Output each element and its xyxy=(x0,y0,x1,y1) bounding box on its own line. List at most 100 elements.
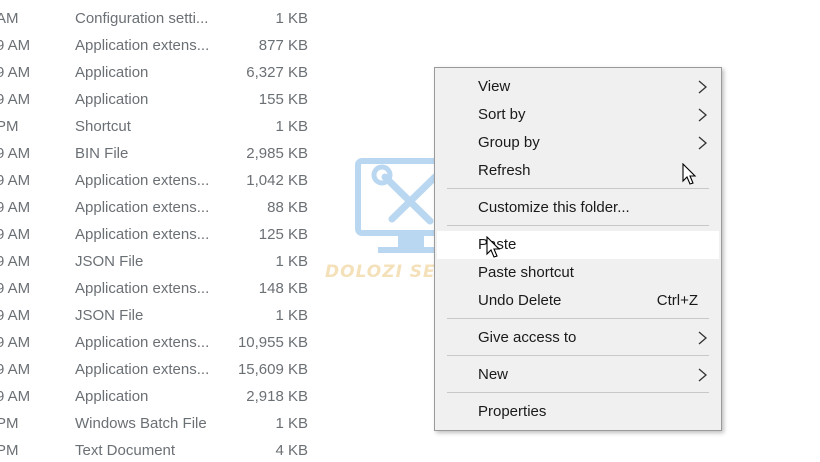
file-type: Application extens... xyxy=(75,361,210,378)
file-type: Application extens... xyxy=(75,199,210,216)
menu-separator xyxy=(447,188,709,189)
file-row[interactable]: 9 AM Application 155 KB xyxy=(0,84,330,111)
file-type: Text Document xyxy=(75,442,176,459)
menu-item-customize-folder[interactable]: Customize this folder... xyxy=(437,194,719,222)
file-row[interactable]: 9 AM Application extens... 148 KB xyxy=(0,273,330,300)
file-row[interactable]: 9 AM Application extens... 10,955 KB xyxy=(0,327,330,354)
menu-item-label: Refresh xyxy=(478,162,531,179)
chevron-right-icon xyxy=(698,136,707,150)
mouse-pointer-icon xyxy=(682,163,697,185)
menu-item-label: Undo Delete xyxy=(478,292,562,309)
file-modified-time: PM xyxy=(0,118,19,135)
file-type: Application xyxy=(75,64,149,81)
file-type: Application extens... xyxy=(75,37,210,54)
menu-item-paste[interactable]: Paste xyxy=(437,231,719,259)
menu-item-refresh[interactable]: Refresh xyxy=(437,157,719,185)
menu-item-sort-by[interactable]: Sort by xyxy=(437,101,719,129)
menu-item-give-access[interactable]: Give access to xyxy=(437,324,719,352)
file-modified-time: 9 AM xyxy=(0,91,31,108)
file-type: Configuration setti... xyxy=(75,10,209,27)
file-modified-time: 9 AM xyxy=(0,226,31,243)
file-size: 10,955 KB xyxy=(237,334,308,351)
menu-item-undo-delete[interactable]: Undo Delete Ctrl+Z xyxy=(437,287,719,315)
menu-item-label: New xyxy=(478,366,509,383)
file-row[interactable]: 9 AM JSON File 1 KB xyxy=(0,246,330,273)
file-size: 1,042 KB xyxy=(246,172,308,189)
file-modified-time: 9 AM xyxy=(0,253,31,270)
file-modified-time: 9 AM xyxy=(0,280,31,297)
file-row[interactable]: 9 AM Application extens... 15,609 KB xyxy=(0,354,330,381)
file-size: 6,327 KB xyxy=(246,64,308,81)
chevron-right-icon xyxy=(698,331,707,345)
file-size: 1 KB xyxy=(275,307,308,324)
menu-item-label: Paste shortcut xyxy=(478,264,574,281)
menu-separator xyxy=(447,318,709,319)
menu-separator xyxy=(447,225,709,226)
file-size: 15,609 KB xyxy=(237,361,308,378)
chevron-right-icon xyxy=(698,108,707,122)
file-row[interactable]: PM Text Document 4 KB xyxy=(0,435,330,462)
file-row[interactable]: 9 AM BIN File 2,985 KB xyxy=(0,138,330,165)
file-modified-time: 9 AM xyxy=(0,37,31,54)
file-modified-time: 9 AM xyxy=(0,361,31,378)
file-type: Application extens... xyxy=(75,280,210,297)
file-size: 125 KB xyxy=(258,226,308,243)
menu-separator xyxy=(447,392,709,393)
file-modified-time: PM xyxy=(0,442,19,459)
context-menu: View Sort by Group by Refresh Customize … xyxy=(434,67,722,431)
file-size: 2,918 KB xyxy=(246,388,308,405)
menu-item-label: View xyxy=(478,78,511,95)
file-size: 877 KB xyxy=(258,37,308,54)
file-row[interactable]: 9 AM Application extens... 88 KB xyxy=(0,192,330,219)
file-size: 148 KB xyxy=(258,280,308,297)
file-type: BIN File xyxy=(75,145,129,162)
file-size: 1 KB xyxy=(275,415,308,432)
mouse-pointer-icon xyxy=(486,236,501,258)
chevron-right-icon xyxy=(698,368,707,382)
file-modified-time: 9 AM xyxy=(0,172,31,189)
file-size: 2,985 KB xyxy=(246,145,308,162)
file-size: 1 KB xyxy=(275,10,308,27)
file-row[interactable]: AM Configuration setti... 1 KB xyxy=(0,3,330,30)
file-row[interactable]: 9 AM Application extens... 125 KB xyxy=(0,219,330,246)
file-size: 155 KB xyxy=(258,91,308,108)
file-modified-time: PM xyxy=(0,415,19,432)
menu-item-new[interactable]: New xyxy=(437,361,719,389)
file-size: 1 KB xyxy=(275,253,308,270)
file-type: Windows Batch File xyxy=(75,415,207,432)
file-modified-time: 9 AM xyxy=(0,199,31,216)
menu-item-shortcut: Ctrl+Z xyxy=(656,292,698,309)
file-row[interactable]: PM Shortcut 1 KB xyxy=(0,111,330,138)
file-size: 88 KB xyxy=(267,199,308,216)
file-row[interactable]: 9 AM JSON File 1 KB xyxy=(0,300,330,327)
chevron-right-icon xyxy=(698,80,707,94)
menu-item-label: Customize this folder... xyxy=(478,199,630,216)
file-modified-time: 9 AM xyxy=(0,145,31,162)
menu-item-label: Properties xyxy=(478,403,547,420)
file-row[interactable]: 9 AM Application 6,327 KB xyxy=(0,57,330,84)
menu-item-view[interactable]: View xyxy=(437,73,719,101)
file-type: Application xyxy=(75,91,149,108)
file-size: 1 KB xyxy=(275,118,308,135)
file-type: Application extens... xyxy=(75,172,210,189)
file-type: JSON File xyxy=(75,307,144,324)
menu-item-group-by[interactable]: Group by xyxy=(437,129,719,157)
file-type: Application xyxy=(75,388,149,405)
menu-item-paste-shortcut[interactable]: Paste shortcut xyxy=(437,259,719,287)
menu-item-label: Sort by xyxy=(478,106,526,123)
menu-separator xyxy=(447,355,709,356)
file-type: JSON File xyxy=(75,253,144,270)
file-type: Application extens... xyxy=(75,226,210,243)
file-type: Shortcut xyxy=(75,118,131,135)
file-row[interactable]: 9 AM Application 2,918 KB xyxy=(0,381,330,408)
file-modified-time: AM xyxy=(0,10,19,27)
file-list: AM Configuration setti... 1 KB 9 AM Applicat… xyxy=(0,0,330,459)
menu-item-properties[interactable]: Properties xyxy=(437,398,719,426)
file-modified-time: 9 AM xyxy=(0,64,31,81)
file-row[interactable]: PM Windows Batch File 1 KB xyxy=(0,408,330,435)
file-type: Application extens... xyxy=(75,334,210,351)
file-row[interactable]: 9 AM Application extens... 877 KB xyxy=(0,30,330,57)
menu-item-label: Group by xyxy=(478,134,540,151)
menu-item-label: Give access to xyxy=(478,329,577,346)
file-row[interactable]: 9 AM Application extens... 1,042 KB xyxy=(0,165,330,192)
